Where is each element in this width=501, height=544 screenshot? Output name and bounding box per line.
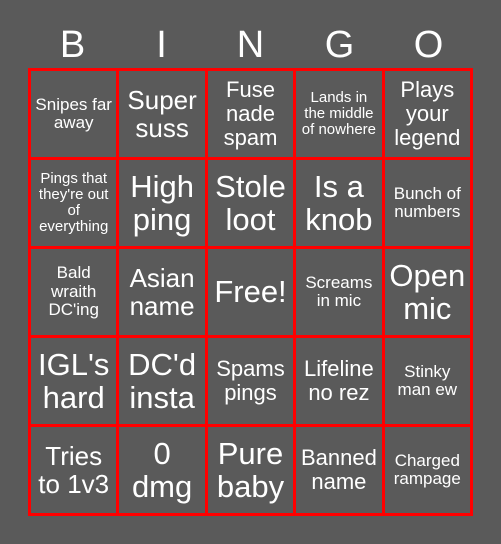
bingo-cell[interactable]: Tries to 1v3 (31, 427, 120, 516)
bingo-cell[interactable]: Lands in the middle of nowhere (296, 71, 385, 160)
bingo-cell-label: DC'd insta (128, 346, 197, 415)
bingo-cell-label: Charged rampage (393, 450, 461, 488)
bingo-cell[interactable]: Open mic (384, 249, 473, 338)
bingo-cell-label: Screams in mic (305, 272, 373, 310)
bingo-cell-label: Banned name (300, 445, 377, 494)
bingo-cell-label: Bunch of numbers (393, 183, 461, 221)
bingo-cell[interactable]: Stole loot (207, 160, 297, 249)
bingo-cell[interactable]: DC'd insta (119, 338, 208, 427)
bingo-cell-label: Snipes far away (35, 94, 112, 132)
bingo-cell-label: IGL's hard (38, 346, 110, 415)
bingo-cell[interactable]: Plays your legend (384, 71, 473, 160)
bingo-cell-label: Asian name (129, 262, 195, 321)
bingo-cell[interactable]: Screams in mic (296, 249, 385, 338)
bingo-cell-label: Plays your legend (394, 77, 461, 150)
bingo-cell[interactable]: Pings that they're out of everything (31, 160, 120, 249)
bingo-cell[interactable]: Stinky man ew (384, 338, 473, 427)
bingo-cell[interactable]: Snipes far away (31, 71, 120, 160)
bingo-cell[interactable]: Free! (207, 249, 297, 338)
bingo-cell-label: Free! (214, 274, 287, 310)
bingo-cell[interactable]: Banned name (296, 427, 385, 516)
bingo-cell-label: Open mic (389, 257, 466, 326)
bingo-cell[interactable]: High ping (119, 160, 208, 249)
bingo-cell-label: Tries to 1v3 (38, 440, 110, 499)
bingo-cell-label: Stinky man ew (397, 361, 458, 399)
bingo-cell[interactable]: Fuse nade spam (207, 71, 297, 160)
bingo-cell[interactable]: Is a knob (296, 160, 385, 249)
bingo-cell-label: Super suss (127, 84, 197, 143)
bingo-cell-label: Lifeline no rez (304, 356, 374, 405)
bingo-cell[interactable]: Spams pings (207, 338, 297, 427)
header-letter-g: G (324, 24, 355, 66)
bingo-cell-label: Pings that they're out of everything (38, 169, 109, 236)
bingo-cell-label: Lands in the middle of nowhere (301, 88, 376, 139)
bingo-cell-label: Is a knob (305, 168, 373, 237)
bingo-cell[interactable]: Charged rampage (384, 427, 473, 516)
bingo-cell-label: Fuse nade spam (223, 77, 278, 150)
bingo-cell[interactable]: Bald wraith DC'ing (31, 249, 120, 338)
header-letter-o: O (413, 24, 444, 66)
header-letter-b: B (59, 24, 86, 66)
bingo-cell-label: Bald wraith DC'ing (48, 263, 99, 320)
bingo-cell[interactable]: Super suss (119, 71, 208, 160)
bingo-cell-label: Stole loot (215, 168, 286, 237)
bingo-cell[interactable]: Bunch of numbers (384, 160, 473, 249)
bingo-cell-label: Pure baby (216, 435, 285, 504)
bingo-cell[interactable]: Asian name (119, 249, 208, 338)
bingo-cell-label: 0 dmg (131, 435, 193, 504)
bingo-cell[interactable]: Lifeline no rez (296, 338, 385, 427)
bingo-grid: Snipes far away Super suss Fuse nade spam L… (28, 68, 473, 516)
bingo-cell[interactable]: 0 dmg (119, 427, 208, 516)
bingo-card: B I N G O Snipes far away Super suss Fuse … (0, 0, 501, 544)
bingo-cell-label: High ping (130, 168, 194, 237)
bingo-cell[interactable]: IGL's hard (31, 338, 120, 427)
bingo-header: B I N G O (28, 22, 473, 68)
header-letter-n: N (236, 24, 265, 66)
header-letter-i: I (156, 24, 167, 66)
bingo-cell-label: Spams pings (216, 356, 285, 405)
bingo-cell[interactable]: Pure baby (207, 427, 297, 516)
